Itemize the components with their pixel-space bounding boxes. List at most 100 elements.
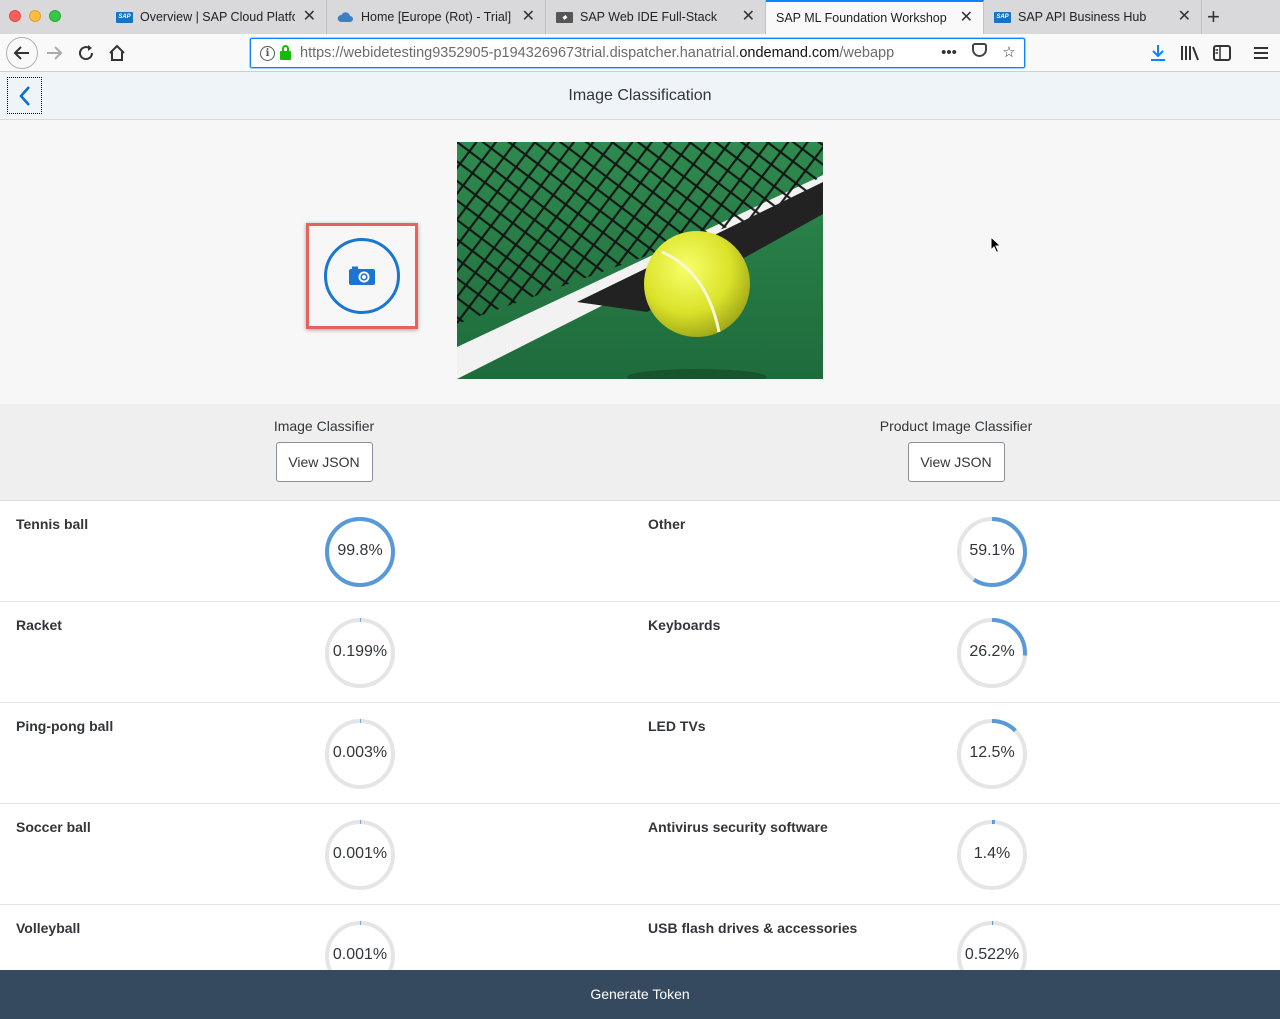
download-arrow-icon xyxy=(1151,45,1165,61)
image-preview-area xyxy=(0,121,1280,404)
classifier-header-bar: Image Classifier View JSON Product Image… xyxy=(0,404,1280,501)
minimize-window-button[interactable] xyxy=(29,10,41,22)
close-tab-icon[interactable]: ✕ xyxy=(522,9,535,25)
browser-navigation-bar: i https://webidetesting9352905-p19432696… xyxy=(0,34,1280,72)
result-gauge: 26.2% xyxy=(956,617,1028,689)
browser-tab-web-ide[interactable]: ◆ SAP Web IDE Full-Stack ✕ xyxy=(546,0,766,34)
menu-button[interactable] xyxy=(1247,39,1275,67)
address-bar[interactable]: i https://webidetesting9352905-p19432696… xyxy=(250,38,1025,68)
url-text[interactable]: https://webidetesting9352905-p1943269673… xyxy=(300,45,905,61)
pocket-icon[interactable] xyxy=(970,43,988,61)
result-gauge: 0.001% xyxy=(324,819,396,891)
site-info-icon[interactable]: i xyxy=(260,45,275,61)
result-row: Tennis ball 99.8% Other 59.1% xyxy=(0,501,1280,602)
result-gauge: 0.003% xyxy=(324,718,396,790)
browser-forward-button[interactable] xyxy=(40,39,68,67)
upload-image-button-highlight[interactable] xyxy=(306,223,418,329)
result-label: Soccer ball xyxy=(16,819,91,835)
new-tab-plus-icon[interactable]: + xyxy=(1207,4,1220,30)
page-title: Image Classification xyxy=(568,87,712,104)
mouse-cursor-icon xyxy=(990,236,1002,254)
view-json-button[interactable]: View JSON xyxy=(275,442,373,482)
url-prefix: https://webidetesting9352905-p1943269673… xyxy=(300,45,740,61)
url-suffix: /webapp xyxy=(839,45,895,61)
sap-logo-icon: SAP xyxy=(994,11,1011,23)
result-value: 0.199% xyxy=(332,643,388,660)
result-value: 99.8% xyxy=(337,542,383,559)
result-value: 59.1% xyxy=(969,542,1015,559)
camera-icon xyxy=(349,266,375,285)
result-value: 0.522% xyxy=(964,946,1020,963)
reload-button[interactable] xyxy=(72,39,100,67)
page-actions-icon[interactable]: ••• xyxy=(940,44,958,61)
result-label: Tennis ball xyxy=(16,516,89,532)
reload-icon xyxy=(79,45,94,61)
browser-tab-sap-cloud-overview[interactable]: SAP Overview | SAP Cloud Platform ✕ xyxy=(106,0,327,34)
product-image-classifier-header: Product Image Classifier View JSON xyxy=(806,418,1106,482)
image-classifier-header: Image Classifier View JSON xyxy=(174,418,474,482)
result-gauge: 0.199% xyxy=(324,617,396,689)
hamburger-menu-icon xyxy=(1254,47,1268,59)
browser-tab-bar: SAP Overview | SAP Cloud Platform ✕ Home… xyxy=(0,0,1280,34)
cloud-icon xyxy=(337,11,354,23)
tab-title: SAP ML Foundation Workshop xyxy=(776,11,947,25)
uploaded-image xyxy=(457,142,823,379)
result-row: Racket 0.199% Keyboards 26.2% xyxy=(0,602,1280,703)
tab-title: SAP Web IDE Full-Stack xyxy=(580,10,718,24)
result-value: 26.2% xyxy=(969,643,1015,660)
result-label: Keyboards xyxy=(648,617,721,633)
browser-tab-api-hub[interactable]: SAP SAP API Business Hub ✕ xyxy=(984,0,1202,34)
web-ide-icon: ◆ xyxy=(556,11,573,23)
browser-back-button[interactable] xyxy=(6,37,38,69)
arrow-left-icon xyxy=(13,46,29,60)
view-json-button[interactable]: View JSON xyxy=(907,442,1005,482)
result-row: Ping-pong ball 0.003% LED TVs 12.5% xyxy=(0,703,1280,804)
tab-title: Home [Europe (Rot) - Trial] > xyxy=(361,10,514,24)
downloads-button[interactable] xyxy=(1144,39,1172,67)
maximize-window-button[interactable] xyxy=(49,10,61,22)
result-label: Racket xyxy=(16,617,62,633)
result-gauge: 12.5% xyxy=(956,718,1028,790)
sidebar-icon xyxy=(1213,45,1231,61)
library-button[interactable] xyxy=(1176,39,1204,67)
close-tab-icon[interactable]: ✕ xyxy=(960,10,973,26)
close-tab-icon[interactable]: ✕ xyxy=(742,9,755,25)
upload-image-button[interactable] xyxy=(324,238,400,314)
generate-token-button[interactable]: Generate Token xyxy=(0,970,1280,1019)
tab-title: SAP API Business Hub xyxy=(1018,10,1147,24)
result-gauge: 59.1% xyxy=(956,516,1028,588)
close-tab-icon[interactable]: ✕ xyxy=(1178,9,1191,25)
result-label: Antivirus security software xyxy=(648,819,828,835)
url-actions: ••• ☆ xyxy=(940,43,1018,61)
classifier-title: Image Classifier xyxy=(273,418,375,434)
arrow-right-icon xyxy=(47,46,63,60)
result-label: LED TVs xyxy=(648,718,706,734)
app-header: Image Classification xyxy=(0,72,1280,120)
result-gauge: 0.522% xyxy=(956,920,1028,970)
bookmark-star-icon[interactable]: ☆ xyxy=(1000,43,1018,61)
result-row: Volleyball 0.001% USB flash drives & acc… xyxy=(0,905,1280,970)
close-window-button[interactable] xyxy=(9,10,21,22)
lock-icon xyxy=(280,44,291,60)
result-label: Ping-pong ball xyxy=(16,718,114,734)
result-row: Soccer ball 0.001% Antivirus security so… xyxy=(0,804,1280,905)
home-icon xyxy=(109,44,125,61)
result-gauge: 99.8% xyxy=(324,516,396,588)
close-tab-icon[interactable]: ✕ xyxy=(303,9,316,25)
result-label: USB flash drives & accessories xyxy=(648,920,858,936)
home-button[interactable] xyxy=(103,39,131,67)
sidebar-button[interactable] xyxy=(1208,39,1236,67)
sap-logo-icon: SAP xyxy=(116,11,133,23)
browser-tab-ml-foundation[interactable]: SAP ML Foundation Workshop ✕ xyxy=(766,0,984,34)
tab-title: Overview | SAP Cloud Platform xyxy=(140,10,295,24)
result-label: Other xyxy=(648,516,686,532)
result-gauge: 1.4% xyxy=(956,819,1028,891)
result-value: 0.001% xyxy=(332,946,388,963)
classifier-title: Product Image Classifier xyxy=(879,418,1033,434)
result-value: 0.003% xyxy=(332,744,388,761)
result-value: 0.001% xyxy=(332,845,388,862)
browser-tab-home-europe[interactable]: Home [Europe (Rot) - Trial] > ✕ xyxy=(327,0,546,34)
url-domain: ondemand.com xyxy=(739,45,840,61)
result-gauge: 0.001% xyxy=(324,920,396,970)
results-list: Tennis ball 99.8% Other 59.1% Racket 0.1… xyxy=(0,501,1280,970)
